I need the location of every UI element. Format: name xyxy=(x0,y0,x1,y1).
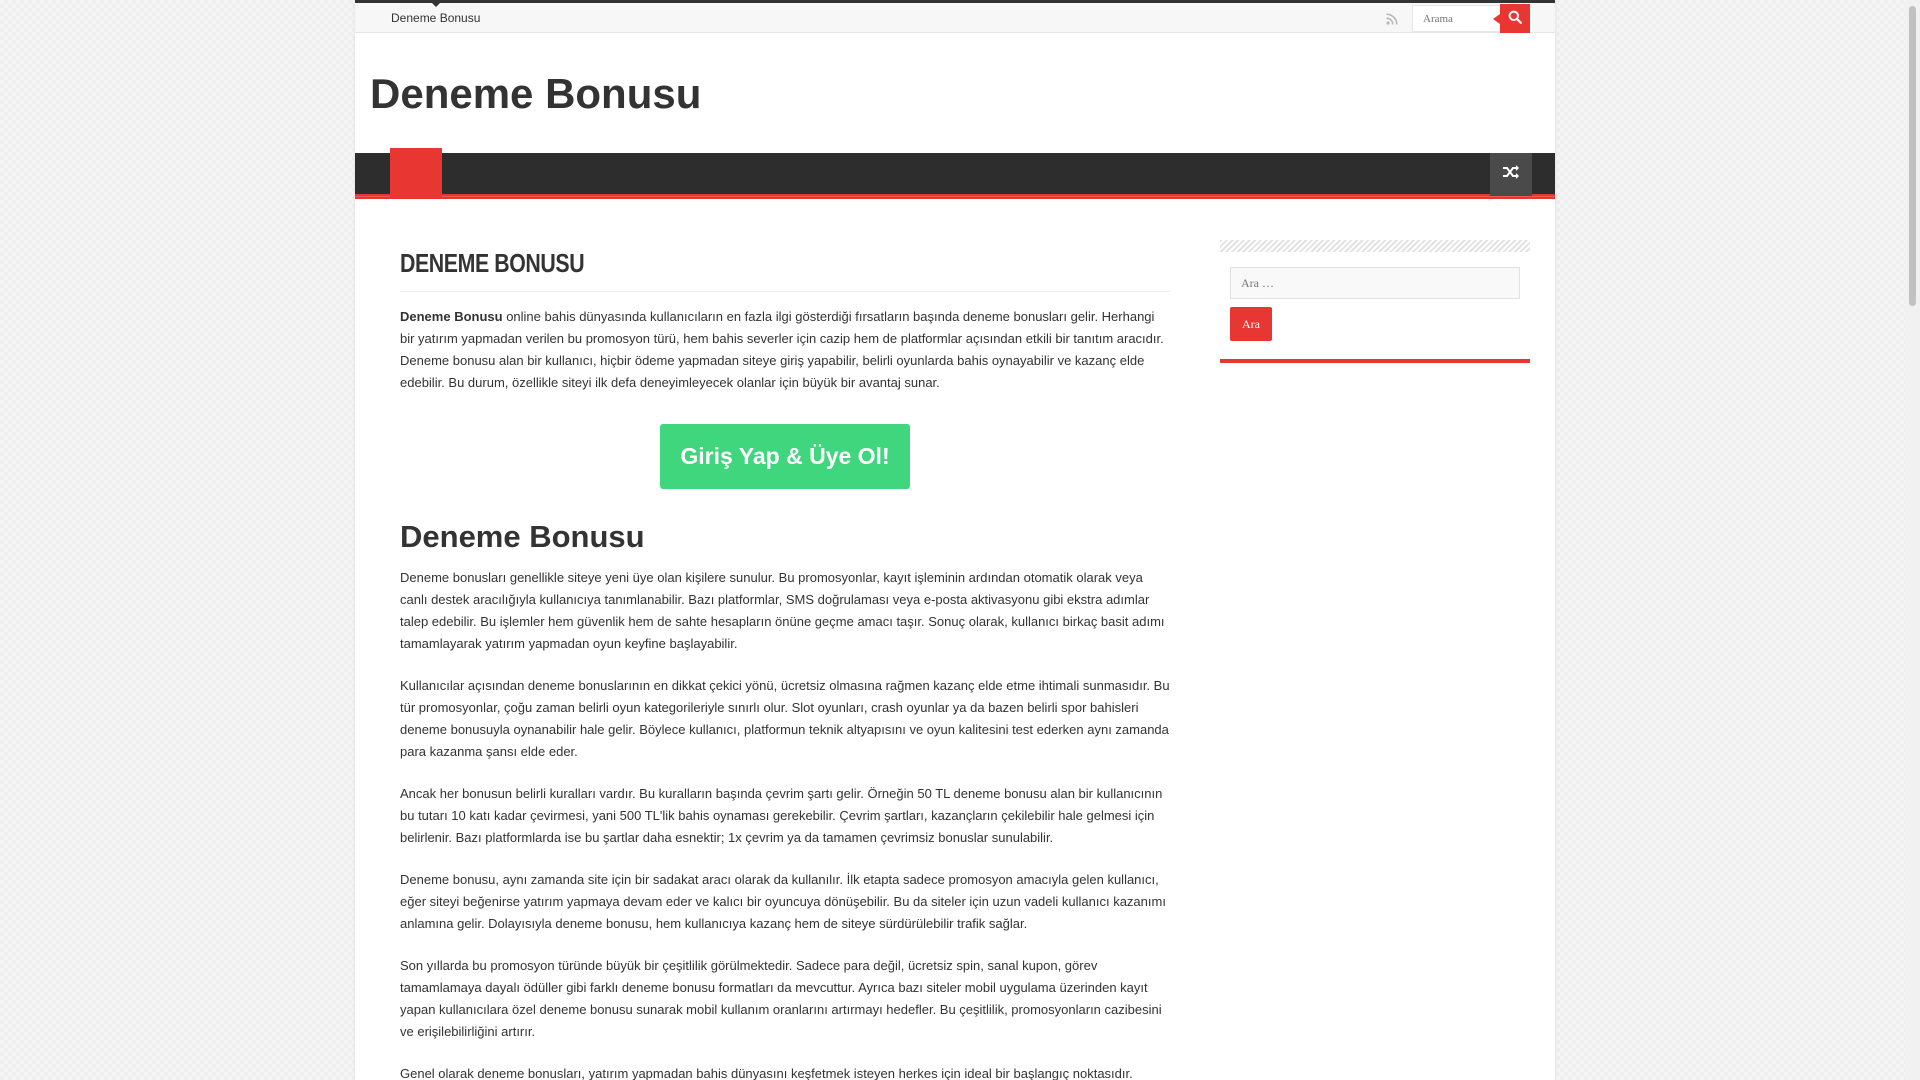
paragraph-6: Genel olarak deneme bonusları, yatırım y… xyxy=(400,1066,1133,1080)
paragraph-2: Kullanıcılar açısından deneme bonusların… xyxy=(400,678,1170,759)
top-navigation-bar: Deneme Bonusu xyxy=(355,0,1555,33)
login-register-button[interactable]: Giriş Yap & Üye Ol! xyxy=(660,424,910,489)
paragraph-4: Deneme bonusu, aynı zamanda site için bi… xyxy=(400,872,1166,931)
post-content: Deneme Bonusu Deneme Bonusu online bahis… xyxy=(400,245,1170,1080)
site-title[interactable]: Deneme Bonusu xyxy=(370,70,701,118)
page-scrollbar[interactable] xyxy=(1905,0,1920,1080)
search-widget-body: Ara xyxy=(1220,252,1530,351)
random-article-icon xyxy=(1502,164,1520,185)
scrollbar-thumb[interactable] xyxy=(1909,6,1916,306)
post-title: Deneme Bonusu xyxy=(400,248,585,278)
paragraph-1: Deneme bonusları genellikle siteye yeni … xyxy=(400,570,1165,651)
intro-paragraph: Deneme Bonusu online bahis dünyasında ku… xyxy=(400,306,1170,394)
sidebar-search-button[interactable]: Ara xyxy=(1230,307,1272,341)
top-menu-item-deneme-bonusu[interactable]: Deneme Bonusu xyxy=(389,3,482,33)
paragraph-5: Son yıllarda bu promosyon türünde büyük … xyxy=(400,958,1162,1039)
top-search-button[interactable] xyxy=(1493,4,1530,33)
nav-home-item[interactable] xyxy=(390,148,442,198)
random-article-button[interactable] xyxy=(1490,153,1532,196)
top-search-input[interactable] xyxy=(1412,5,1500,32)
widget-header-stripes xyxy=(1220,240,1530,252)
title-divider xyxy=(400,291,1170,292)
main-navigation-bar xyxy=(355,148,1555,199)
paragraph-3: Ancak her bonusun belirli kuralları vard… xyxy=(400,786,1163,845)
cta-container: Giriş Yap & Üye Ol! xyxy=(400,424,1170,489)
page-wrapper: Deneme Bonusu Deneme Bonusu xyxy=(355,0,1555,1080)
search-icon xyxy=(1508,10,1522,27)
intro-text: online bahis dünyasında kullanıcıların e… xyxy=(400,309,1164,390)
intro-bold-keyword: Deneme Bonusu xyxy=(400,309,503,324)
widget-bottom-border xyxy=(1220,359,1530,363)
search-widget: Ara xyxy=(1220,240,1530,363)
sidebar: Ara xyxy=(1220,240,1530,363)
rss-icon[interactable] xyxy=(1385,12,1399,26)
section-heading: Deneme Bonusu xyxy=(400,519,645,554)
sidebar-search-input[interactable] xyxy=(1230,267,1520,299)
